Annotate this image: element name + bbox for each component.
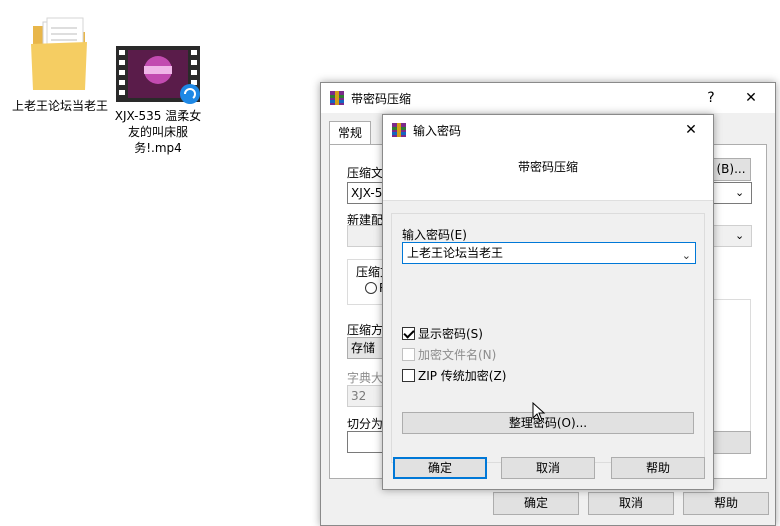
inner-cancel-button[interactable]: 取消 <box>501 457 595 479</box>
mouse-pointer-icon <box>532 402 546 422</box>
desktop-icon-folder[interactable]: 上老王论坛当老王 <box>12 16 108 114</box>
outer-help-button[interactable]: 帮助 <box>683 492 769 515</box>
encrypt-filenames-checkbox[interactable]: 加密文件名(N) <box>402 345 496 363</box>
archive-name-label: 压缩文 <box>347 166 384 180</box>
tab-general[interactable]: 常规 <box>329 121 372 145</box>
checkbox-checked-icon <box>402 326 415 340</box>
enter-password-window: 输入密码 ✕ 带密码压缩 输入密码(E) 上老王论坛当老王 ⌄ 显示密码(S) … <box>382 114 714 490</box>
folder-icon <box>29 16 91 94</box>
inner-title: 输入密码 <box>413 123 462 138</box>
password-panel: 输入密码(E) 上老王论坛当老王 ⌄ 显示密码(S) 加密文件名(N) ZIP … <box>391 213 705 463</box>
archive-name-chevron-down-icon[interactable]: ⌄ <box>735 186 744 199</box>
radio-circle-icon <box>365 282 377 294</box>
password-dialog-header: 带密码压缩 <box>383 145 713 201</box>
show-password-label: 显示密码(S) <box>418 326 483 341</box>
checkbox-icon <box>402 347 415 361</box>
split-field[interactable] <box>347 431 387 453</box>
encrypt-filenames-label: 加密文件名(N) <box>418 347 497 362</box>
close-icon[interactable]: ✕ <box>731 83 771 113</box>
profile-chevron-down-icon[interactable]: ⌄ <box>735 229 744 242</box>
folder-label: 上老王论坛当老王 <box>12 99 109 113</box>
split-side-button[interactable] <box>711 431 751 454</box>
options-group <box>711 299 751 435</box>
chevron-down-icon[interactable]: ⌄ <box>682 246 691 266</box>
method-select[interactable]: 存储 <box>347 337 387 359</box>
outer-titlebar: 带密码压缩 ? ✕ <box>321 83 775 113</box>
video-file-icon <box>110 44 206 104</box>
show-password-checkbox[interactable]: 显示密码(S) <box>402 324 483 342</box>
zip-legacy-checkbox[interactable]: ZIP 传统加密(Z) <box>402 366 506 384</box>
help-title-button[interactable]: ? <box>691 83 731 113</box>
zip-legacy-label: ZIP 传统加密(Z) <box>418 368 507 383</box>
organize-passwords-button[interactable]: 整理密码(O)... <box>402 412 694 434</box>
close-icon[interactable]: ✕ <box>671 115 711 145</box>
video-file-label: XJX-535 温柔女友的叫床服务!.mp4 <box>114 109 202 155</box>
checkbox-icon <box>402 368 415 382</box>
inner-titlebar: 输入密码 ✕ <box>383 115 713 145</box>
split-label: 切分为 <box>347 417 384 431</box>
outer-title: 带密码压缩 <box>351 91 412 106</box>
winrar-icon <box>330 91 344 105</box>
inner-help-button[interactable]: 帮助 <box>611 457 705 479</box>
inner-ok-button[interactable]: 确定 <box>393 457 487 479</box>
dictionary-select[interactable]: 32 <box>347 385 387 407</box>
dictionary-label: 字典大 <box>347 371 384 385</box>
password-value: 上老王论坛当老王 <box>407 246 504 260</box>
outer-ok-button[interactable]: 确定 <box>493 492 579 515</box>
browse-button[interactable]: (B)... <box>711 158 751 181</box>
outer-cancel-button[interactable]: 取消 <box>588 492 674 515</box>
method-label: 压缩方 <box>347 323 384 337</box>
password-label: 输入密码(E) <box>402 228 467 242</box>
password-input[interactable]: 上老王论坛当老王 ⌄ <box>402 242 696 264</box>
desktop-icon-video[interactable]: XJX-535 温柔女友的叫床服务!.mp4 <box>110 44 206 156</box>
winrar-icon <box>392 123 406 137</box>
